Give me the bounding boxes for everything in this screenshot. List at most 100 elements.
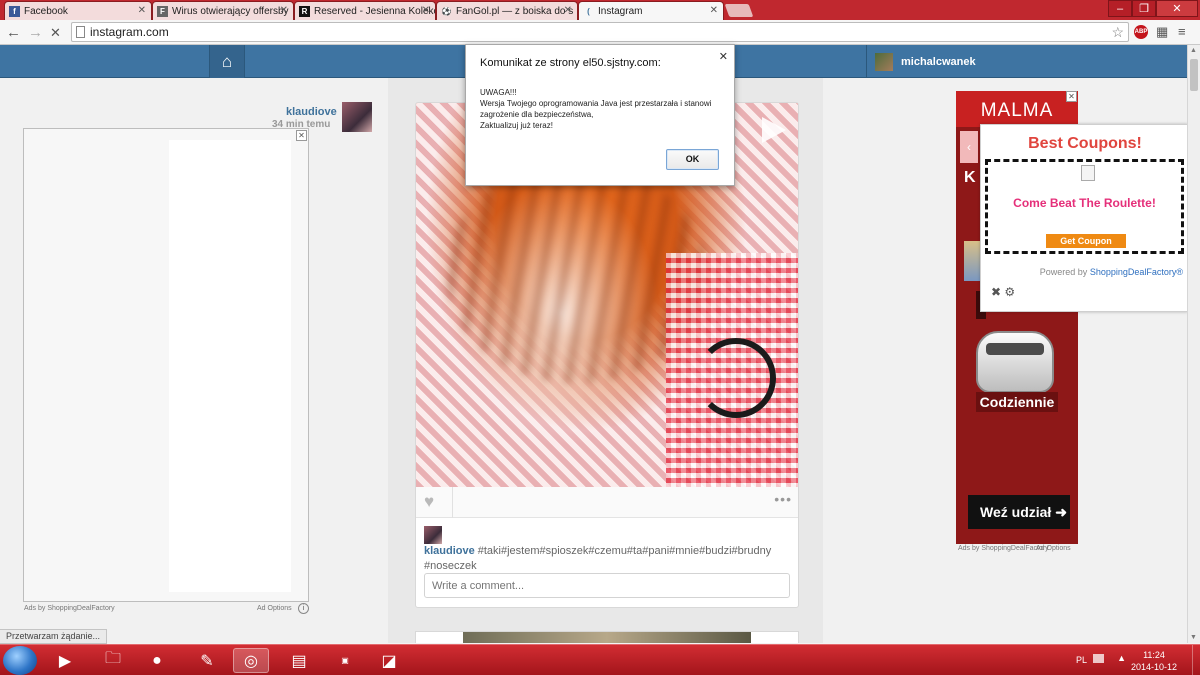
window-controls: – ❐ ✕ [1108,0,1198,17]
vertical-scrollbar[interactable]: ▲ ▼ [1187,45,1200,643]
ad-prev-arrow-icon[interactable]: ‹ [960,131,978,163]
coupon-popup: Best Coupons! Come Beat The Roulette! Ge… [980,124,1187,312]
media-player-icon[interactable]: ▶ [47,648,83,673]
post-caption: klaudiove #taki#jestem#spioszek#czemu#ta#… [424,524,790,574]
alert-dialog: Komunikat ze strony el50.sjstny.com: ✕ U… [465,44,735,186]
language-indicator[interactable]: PL [1076,655,1087,665]
close-tab-icon[interactable]: ✕ [138,5,146,16]
gear-icon[interactable]: ⚙ [1004,285,1015,299]
actions-divider [452,487,453,518]
left-ad-frame: ✕ [23,128,309,602]
caption-text: #taki#jestem#spioszek#czemu#ta#pani#mnie… [424,545,772,572]
coupon-title: Best Coupons! [1028,135,1142,152]
scroll-thumb[interactable] [1190,59,1198,91]
maximize-icon[interactable]: ❐ [1132,0,1156,17]
dialog-close-icon[interactable]: ✕ [719,50,728,63]
post-author-link[interactable]: klaudiove [286,106,337,118]
next-post-photo[interactable] [463,632,751,643]
avatar [875,52,893,71]
powered-by: Powered by ShoppingDealFactory® [1040,267,1183,277]
tab-title: FanGol.pl — z boiska do s [456,5,574,17]
bookmark-star-icon[interactable]: ☆ [1111,23,1124,41]
caption-avatar[interactable] [424,526,442,544]
ad-daily-label: Codziennie [976,392,1058,412]
coupon-controls: ✖ ⚙ [991,285,1015,299]
powered-prefix: Powered by [1039,267,1090,277]
tray-app-icon[interactable] [1093,654,1104,663]
tab-instagram[interactable]: ( Instagram ✕ [578,1,724,20]
extension-grid-icon[interactable]: ▦ [1156,24,1168,40]
stop-loading-icon[interactable]: ✕ [50,25,61,41]
page-icon [76,26,85,38]
clock-time: 11:24 [1143,650,1165,660]
author-avatar[interactable] [342,102,372,132]
cooker-lid [986,343,1044,355]
more-options-icon[interactable]: ••• [774,491,792,507]
address-bar[interactable]: instagram.com ☆ [71,22,1129,42]
ad-blank-area [169,140,291,592]
chrome-icon[interactable]: ◎ [233,648,269,673]
status-bar: Przetwarzam żądanie... [0,629,108,644]
coupon-box: Come Beat The Roulette! Get Coupon [985,159,1184,254]
minimize-icon[interactable]: – [1108,0,1132,17]
f-favicon-icon: F [157,5,168,17]
archive-icon[interactable]: ▤ [281,648,317,673]
powered-brand-link[interactable]: ShoppingDealFactory® [1090,267,1183,277]
tab-wirus[interactable]: F Wirus otwierający offersby ✕ [152,1,294,20]
info-icon[interactable]: i [298,603,309,614]
address-text: instagram.com [90,25,169,39]
ok-button[interactable]: OK [666,149,719,170]
close-window-icon[interactable]: ✕ [1156,0,1198,17]
adblock-icon[interactable]: ABP [1134,25,1148,39]
pin-icon[interactable]: ✎ [189,648,225,673]
tab-strip: f Facebook ✕ F Wirus otwierający offersb… [0,0,1200,20]
close-tab-icon[interactable]: ✕ [564,5,572,16]
tab-fangol[interactable]: ⚽ FanGol.pl — z boiska do s ✕ [436,1,578,20]
tab-title: Facebook [24,5,68,17]
ad-options-link[interactable]: Ad Options [1036,545,1071,552]
close-tab-icon[interactable]: ✕ [710,5,718,16]
next-feed-post [415,631,799,643]
tab-title: Instagram [598,5,643,17]
scroll-down-icon[interactable]: ▼ [1190,634,1197,641]
comment-input[interactable] [424,573,790,598]
taskbar: ▶ 🗀 ● ✎ ◎ ▤ ▣ ◪ PL ▲ 11:24 2014-10-12 [0,644,1200,675]
close-icon[interactable]: ✖ [991,285,1001,299]
home-button[interactable]: ⌂ [209,45,245,78]
browser-toolbar: ← → ✕ instagram.com ☆ ABP ▦ ≡ [0,20,1200,45]
ads-by-label[interactable]: Ads by ShoppingDealFactory [24,605,115,612]
get-coupon-button[interactable]: Get Coupon [1046,234,1126,248]
ad-options-link[interactable]: Ad Options [257,605,292,612]
tab-reserved[interactable]: R Reserved - Jesienna Kolekc ✕ [294,1,436,20]
coupon-headline[interactable]: Come Beat The Roulette! [988,196,1181,210]
menu-icon[interactable]: ≡ [1178,24,1186,39]
tab-title: Wirus otwierający offersby [172,5,289,17]
ad-close-icon[interactable]: ✕ [1066,91,1077,102]
like-heart-icon[interactable]: ♥ [424,493,434,511]
home-icon: ⌂ [221,51,233,71]
tab-facebook[interactable]: f Facebook ✕ [4,1,152,20]
close-tab-icon[interactable]: ✕ [422,5,430,16]
profile-menu[interactable]: michalcwanek [866,45,986,78]
new-tab-button[interactable] [724,4,754,17]
forward-icon[interactable]: → [28,24,43,41]
scroll-up-icon[interactable]: ▲ [1190,47,1197,54]
ad-close-icon[interactable]: ✕ [296,130,307,141]
clock[interactable]: 11:24 2014-10-12 [1124,649,1184,673]
show-desktop-button[interactable] [1192,645,1200,675]
security-icon[interactable]: ● [139,648,175,673]
caption-username[interactable]: klaudiove [424,545,475,557]
ad-headline-letter: K [964,169,976,186]
ad-join-button[interactable]: Weź udział ➜ [968,495,1070,529]
start-button[interactable] [3,646,37,675]
network-icon[interactable]: ◪ [371,648,407,673]
play-icon[interactable] [762,117,786,143]
facebook-favicon-icon: f [9,5,20,17]
gmer-icon[interactable]: ▣ [327,648,363,673]
explorer-icon[interactable]: 🗀 [95,648,131,673]
clock-date: 2014-10-12 [1130,662,1178,672]
dialog-title: Komunikat ze strony el50.sjstny.com: [480,57,661,69]
loading-spinner-icon: ( [587,6,590,16]
close-tab-icon[interactable]: ✕ [280,5,288,16]
back-icon[interactable]: ← [6,24,21,41]
